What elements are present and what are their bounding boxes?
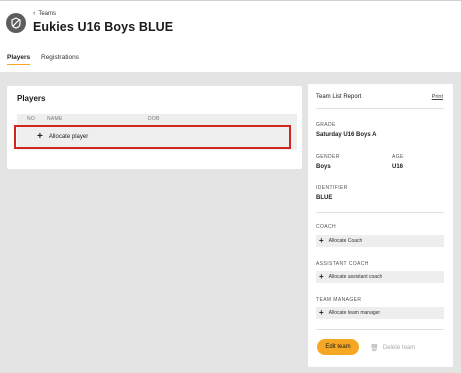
allocate-player-button[interactable]: + Allocate player	[37, 132, 88, 142]
players-card: Players NO NAME DOB + Allocate player	[7, 86, 302, 169]
divider	[316, 329, 444, 330]
page-title: Eukies U16 Boys BLUE	[33, 20, 174, 34]
plus-icon: +	[319, 272, 324, 281]
plus-icon: +	[37, 131, 43, 142]
delete-team-label: Delete team	[382, 345, 416, 351]
back-to-teams-link[interactable]: ‹ Teams	[33, 10, 56, 17]
identifier-value: BLUE	[316, 195, 333, 201]
players-heading: Players	[17, 94, 46, 103]
plus-icon: +	[319, 236, 324, 245]
identifier-label: IDENTIFIER	[316, 185, 348, 191]
plus-icon: +	[319, 308, 324, 317]
column-no: NO	[27, 116, 36, 122]
allocate-player-row: + Allocate player	[17, 124, 297, 150]
tab-players[interactable]: Players	[7, 54, 31, 65]
divider	[316, 108, 444, 109]
tab-bar: Players Registrations	[0, 52, 461, 66]
back-link-label: Teams	[38, 10, 57, 17]
team-list-report-title: Team List Report	[316, 94, 362, 100]
gender-value: Boys	[316, 164, 331, 170]
allocate-assistant-coach-button[interactable]: + Allocate assistant coach	[316, 271, 444, 283]
allocate-player-label: Allocate player	[48, 134, 89, 140]
team-info-panel: Team List Report Print GRADE Saturday U1…	[308, 84, 453, 367]
page-header: ‹ Teams Eukies U16 Boys BLUE	[0, 0, 461, 48]
allocate-coach-button[interactable]: + Allocate Coach	[316, 235, 444, 247]
age-label: AGE	[392, 154, 404, 160]
gender-label: GENDER	[316, 154, 340, 160]
shield-icon	[11, 17, 21, 29]
coach-label: COACH	[316, 224, 337, 230]
tab-registrations[interactable]: Registrations	[41, 54, 79, 61]
grade-label: GRADE	[316, 122, 336, 128]
column-name: NAME	[47, 116, 63, 122]
divider	[316, 212, 444, 213]
team-logo	[6, 13, 26, 33]
age-value: U16	[392, 164, 404, 170]
trash-icon: 🗑	[370, 345, 379, 352]
allocate-team-manager-button[interactable]: + Allocate team manager	[316, 307, 444, 319]
column-dob: DOB	[148, 116, 160, 122]
chevron-left-icon: ‹	[33, 10, 36, 17]
print-link[interactable]: Print	[432, 94, 443, 100]
delete-team-button[interactable]: 🗑 Delete team	[370, 344, 415, 352]
allocate-coach-label: Allocate Coach	[328, 238, 363, 244]
grade-value: Saturday U16 Boys A	[316, 132, 377, 138]
edit-team-button[interactable]: Edit team	[317, 339, 359, 355]
team-manager-label: TEAM MANAGER	[316, 297, 362, 303]
allocate-team-manager-label: Allocate team manager	[328, 310, 381, 316]
players-table-header: NO NAME DOB	[17, 114, 297, 124]
allocate-assistant-coach-label: Allocate assistant coach	[328, 274, 383, 280]
assistant-coach-label: ASSISTANT COACH	[316, 261, 369, 267]
